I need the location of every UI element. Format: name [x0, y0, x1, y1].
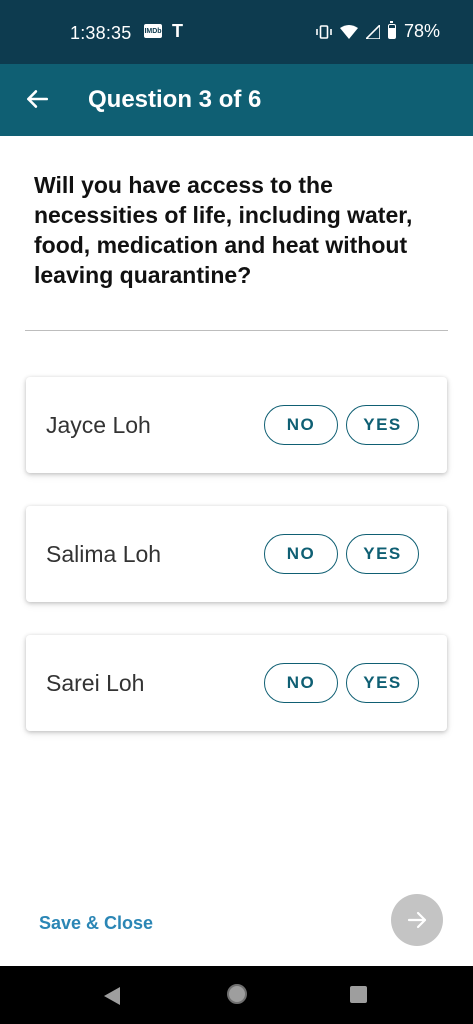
app-bar: Question 3 of 6 — [0, 64, 473, 136]
yes-button[interactable]: YES — [346, 534, 419, 574]
system-icons: 78% — [316, 21, 440, 42]
save-close-link[interactable]: Save & Close — [39, 913, 153, 934]
arrow-left-icon[interactable] — [24, 86, 50, 112]
question-text: Will you have access to the necessities … — [34, 172, 413, 288]
imdb-icon: IMDb — [144, 24, 162, 38]
person-name: Jayce Loh — [46, 412, 151, 438]
nav-recents-icon[interactable] — [350, 986, 367, 1003]
battery-percent: 78% — [403, 21, 440, 41]
next-button[interactable] — [391, 894, 443, 946]
person-name: Salima Loh — [46, 541, 162, 567]
yes-button[interactable]: YES — [346, 405, 419, 445]
page-title: Question 3 of 6 — [88, 86, 262, 113]
notification-icons: IMDb T — [144, 22, 183, 40]
divider — [25, 330, 448, 331]
status-bar: 1:38:35 IMDb T 78% — [0, 0, 473, 64]
wifi-icon — [339, 24, 358, 39]
no-button[interactable]: NO — [264, 663, 338, 703]
status-time: 1:38:35 — [70, 23, 132, 43]
battery-icon — [387, 21, 396, 39]
arrow-right-icon — [407, 911, 427, 929]
tesla-icon: T — [172, 21, 183, 41]
no-button[interactable]: NO — [264, 534, 338, 574]
system-nav-bar — [0, 966, 473, 1024]
person-card: Sarei Loh NO YES — [26, 635, 447, 731]
nav-back-icon[interactable] — [103, 986, 121, 1006]
yes-button[interactable]: YES — [346, 663, 419, 703]
no-button[interactable]: NO — [264, 405, 338, 445]
vibrate-icon — [316, 24, 332, 39]
person-card: Jayce Loh NO YES — [26, 377, 447, 473]
signal-icon — [365, 24, 380, 39]
nav-home-icon[interactable] — [227, 984, 247, 1004]
person-name: Sarei Loh — [46, 670, 145, 696]
person-card: Salima Loh NO YES — [26, 506, 447, 602]
